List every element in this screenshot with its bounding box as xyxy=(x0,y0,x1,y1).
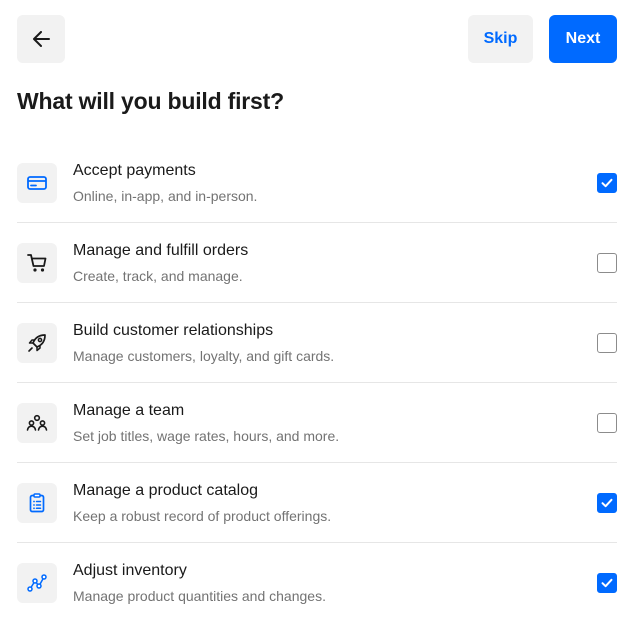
option-subtitle: Manage product quantities and changes. xyxy=(73,588,326,604)
cart-icon xyxy=(17,243,57,283)
option-subtitle: Keep a robust record of product offering… xyxy=(73,508,332,524)
option-checkbox[interactable] xyxy=(597,413,617,433)
option-title: Manage a product catalog xyxy=(73,482,259,499)
option-subtitle: Online, in-app, and in-person. xyxy=(73,188,258,204)
option-title: Adjust inventory xyxy=(73,562,187,579)
skip-button[interactable]: Skip xyxy=(468,15,533,63)
option-manage-orders[interactable]: Manage and fulfill orders Create, track,… xyxy=(17,223,617,303)
option-customer-relationships[interactable]: Build customer relationships Manage cust… xyxy=(17,303,617,383)
option-checkbox[interactable] xyxy=(597,573,617,593)
line-graph-icon xyxy=(17,563,57,603)
option-subtitle: Create, track, and manage. xyxy=(73,268,243,284)
option-checkbox[interactable] xyxy=(597,333,617,353)
options-list: Accept payments Online, in-app, and in-p… xyxy=(17,143,617,623)
checkmark-icon xyxy=(601,178,613,188)
page-title: What will you build first? xyxy=(17,88,284,114)
option-subtitle: Set job titles, wage rates, hours, and m… xyxy=(73,428,340,444)
next-button[interactable]: Next xyxy=(549,15,617,63)
option-product-catalog[interactable]: Manage a product catalog Keep a robust r… xyxy=(17,463,617,543)
back-button[interactable] xyxy=(17,15,65,63)
option-manage-team[interactable]: Manage a team Set job titles, wage rates… xyxy=(17,383,617,463)
option-title: Accept payments xyxy=(73,162,196,179)
team-icon xyxy=(17,403,57,443)
option-accept-payments[interactable]: Accept payments Online, in-app, and in-p… xyxy=(17,143,617,223)
option-checkbox[interactable] xyxy=(597,253,617,273)
checkmark-icon xyxy=(601,498,613,508)
option-subtitle: Manage customers, loyalty, and gift card… xyxy=(73,348,335,364)
arrow-left-icon xyxy=(33,31,50,47)
credit-card-icon xyxy=(17,163,57,203)
option-title: Build customer relationships xyxy=(73,322,274,339)
clipboard-icon xyxy=(17,483,57,523)
option-title: Manage and fulfill orders xyxy=(73,242,249,259)
option-adjust-inventory[interactable]: Adjust inventory Manage product quantiti… xyxy=(17,543,617,623)
option-checkbox[interactable] xyxy=(597,173,617,193)
option-checkbox[interactable] xyxy=(597,493,617,513)
checkmark-icon xyxy=(601,578,613,588)
option-title: Manage a team xyxy=(73,402,185,419)
rocket-icon xyxy=(17,323,57,363)
top-bar: Skip Next xyxy=(0,0,637,80)
